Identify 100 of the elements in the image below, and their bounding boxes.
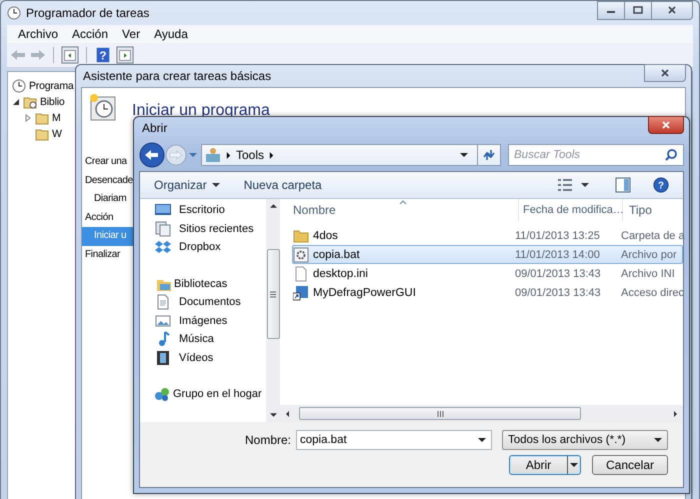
menu-item[interactable]: Acción [65,27,116,41]
film-icon [155,350,171,366]
folder-clock-icon [23,95,37,109]
navigation-item[interactable]: Sitios recientes [179,222,254,235]
wizard-step[interactable]: Finalizar [82,246,135,264]
horizontal-scrollbar[interactable] [280,405,683,422]
file-name: copia.bat [313,248,360,260]
menu-item[interactable]: Ayuda [147,27,195,41]
menu-item[interactable]: Archivo [11,27,66,41]
file-name: MyDefragPowerGUI [313,286,416,298]
date-modified: 09/01/2013 13:43 [515,268,601,280]
collapsed-triangle-icon[interactable] [24,114,32,122]
dropdown-arrow-icon[interactable] [460,152,468,158]
close-button[interactable] [644,64,686,82]
window-title: Asistente para crear tareas básicas [83,69,272,83]
folder-icon [35,111,49,125]
tree-item[interactable]: Biblio [40,96,64,108]
column-header[interactable]: Fecha de modifica… [519,199,623,221]
navigation-item[interactable]: Escritorio [179,204,225,216]
preview-pane-icon[interactable] [615,177,631,193]
folder-person-icon [205,147,221,163]
close-button[interactable] [651,0,693,20]
address-bar[interactable]: Tools [201,144,501,166]
refresh-icon[interactable] [482,148,496,162]
navigation-item[interactable]: Imágenes [179,314,228,327]
file-type: Archivo INI [621,268,675,280]
column-header[interactable]: Tipo [623,199,683,221]
help-icon[interactable]: ? [653,177,669,193]
wizard-step[interactable]: Desencade [82,172,135,190]
file-name-label: Nombre: [244,433,291,447]
search-field[interactable]: Buscar Tools [508,144,684,166]
picture-frame-icon [155,312,171,329]
tree-item[interactable]: M [52,112,61,124]
dialog-button[interactable]: Cancelar [592,455,668,475]
file-type-dropdown[interactable]: Todos los archivos (*.*) [502,430,668,450]
window-title: Abrir [142,121,168,135]
expanded-triangle-icon[interactable] [12,98,20,106]
file-type: Archivo por [621,248,677,260]
date-modified: 09/01/2013 13:43 [515,286,601,298]
close-icon[interactable] [667,6,677,14]
breadcrumb-arrow-icon[interactable] [226,152,231,158]
scroll-down-arrow-icon[interactable] [270,412,276,418]
window-title: Programador de tareas [26,6,150,20]
shortcut-icon [293,284,309,300]
back-button[interactable] [139,142,165,168]
file-row[interactable]: copia.bat 11/01/2013 14:00 Archivo por [292,245,683,264]
help-icon[interactable]: ? [94,46,112,64]
caret-icon[interactable] [654,437,662,443]
restore-button[interactable] [624,0,652,20]
scroll-left-arrow-icon[interactable] [284,410,291,416]
console-tree-icon[interactable] [61,46,79,64]
details-view-icon[interactable] [557,177,573,193]
caret-icon[interactable] [478,437,486,443]
gear-file-icon [293,246,309,262]
recent-places-icon [155,220,171,237]
navigation-item[interactable]: Bibliotecas [174,278,228,290]
clock-calendar-icon [88,92,118,122]
split-button[interactable]: Abrir [509,455,581,475]
grip-icon[interactable] [436,410,444,418]
navigation-item[interactable]: Vídeos [179,352,214,364]
tree-item[interactable]: W [52,128,62,140]
navigation-item[interactable]: Documentos [179,296,241,308]
date-modified: 11/01/2013 13:25 [515,230,600,242]
caret-icon[interactable] [570,462,578,468]
clock-icon [7,6,21,20]
close-icon[interactable] [660,69,670,77]
breadcrumb-arrow-icon[interactable] [269,152,274,158]
minimize-button[interactable] [597,0,625,20]
navigation-item[interactable]: Grupo en el hogar [173,388,262,400]
vertical-scrollbar[interactable] [266,199,280,422]
organize-menu[interactable]: Organizar [154,178,220,192]
file-name: 4dos [313,230,338,242]
wizard-step[interactable]: Acción [82,208,135,227]
document-icon [155,294,171,310]
action-pane-icon[interactable] [116,46,134,64]
scroll-right-arrow-icon[interactable] [672,410,679,416]
open-box-icon [155,239,171,256]
new-folder-button[interactable]: Nueva carpeta [244,178,322,192]
date-modified: 11/01/2013 14:00 [515,248,600,260]
homegroup-icon [154,386,170,402]
column-header[interactable]: Nombre [280,199,519,221]
wizard-step[interactable]: Crear una [82,153,135,172]
tree-item[interactable]: Programa [29,80,74,92]
file-row[interactable]: desktop.ini 09/01/2013 13:43 Archivo INI [292,264,683,283]
close-button[interactable] [648,116,684,134]
search-icon[interactable] [664,148,678,162]
menu-item[interactable]: Ver [115,27,148,41]
clock-icon [12,79,26,93]
caret-icon[interactable] [212,182,220,188]
maximize-icon[interactable] [633,6,643,14]
breadcrumb-item[interactable]: Tools [236,148,264,162]
scroll-up-arrow-icon[interactable] [270,203,276,209]
grip-icon[interactable] [269,290,277,298]
file-name-field[interactable]: copia.bat [296,430,492,450]
folder-icon [35,127,49,141]
file-name: desktop.ini [313,268,368,280]
caret-icon[interactable] [581,182,589,188]
navigation-item[interactable]: Dropbox [179,241,221,254]
wizard-step[interactable]: Diariam [82,190,135,208]
navigation-item[interactable]: Música [179,333,214,346]
